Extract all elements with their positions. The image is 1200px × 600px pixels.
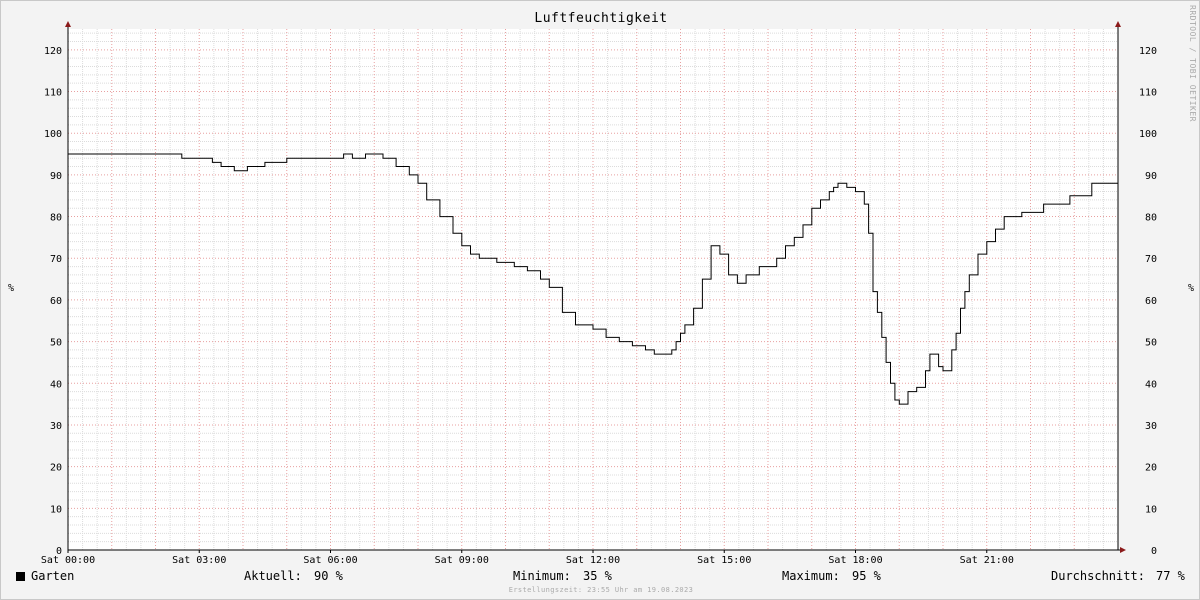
- y-tick-label-right: 30: [1145, 421, 1157, 432]
- y-tick-label-left: 30: [50, 421, 62, 432]
- y-tick-label-left: 10: [50, 504, 62, 515]
- y-tick-label-right: 80: [1145, 213, 1157, 224]
- creation-time-footer: Erstellungszeit: 23:55 Uhr am 19.08.2023: [508, 586, 694, 594]
- y-tick-label-right: 110: [1139, 88, 1157, 99]
- y-tick-label-right: 40: [1145, 379, 1157, 390]
- y-tick-label-right: 0: [1151, 546, 1157, 557]
- x-tick-label: Sat 21:00: [960, 555, 1014, 566]
- legend-current-value: 90 %: [314, 569, 343, 583]
- y-axis-left-arrow: [65, 21, 71, 27]
- x-tick-label: Sat 09:00: [435, 555, 489, 566]
- y-tick-label-left: 110: [44, 88, 62, 99]
- y-tick-label-left: 50: [50, 338, 62, 349]
- legend-avg-label: Durchschnitt:: [1051, 569, 1145, 583]
- y-axis-right-arrow: [1115, 21, 1121, 27]
- y-tick-label-left: 70: [50, 254, 62, 265]
- y-tick-label-right: 20: [1145, 463, 1157, 474]
- y-tick-label-right: 100: [1139, 129, 1157, 140]
- y-tick-label-left: 40: [50, 379, 62, 390]
- legend-avg-value: 77 %: [1156, 569, 1185, 583]
- y-tick-label-right: 50: [1145, 338, 1157, 349]
- x-tick-label: Sat 18:00: [828, 555, 882, 566]
- y-tick-label-right: 120: [1139, 46, 1157, 57]
- y-tick-label-right: 60: [1145, 296, 1157, 307]
- rrd-graph: Luftfeuchtigkeit RRDTOOL / TOBI OETIKER …: [0, 0, 1200, 600]
- y-tick-label-right: 90: [1145, 171, 1157, 182]
- legend-max-label: Maximum:: [782, 569, 840, 583]
- legend-max-value: 95 %: [852, 569, 881, 583]
- y-tick-label-left: 20: [50, 463, 62, 474]
- legend-min-label: Minimum:: [513, 569, 571, 583]
- legend-swatch: [16, 572, 25, 581]
- chart-canvas: 0 010 1020 2030 3040 4050 5060 6070 7080 8090 9010…: [41, 21, 1157, 566]
- y-tick-label-left: 80: [50, 213, 62, 224]
- x-axis-arrow: [1120, 547, 1126, 553]
- x-tick-label: Sat 00:00: [41, 555, 95, 566]
- y-tick-label-right: 70: [1145, 254, 1157, 265]
- legend-min-value: 35 %: [583, 569, 612, 583]
- y-tick-label-left: 120: [44, 46, 62, 57]
- x-tick-label: Sat 03:00: [172, 555, 226, 566]
- legend-series-name: Garten: [31, 569, 75, 583]
- y-tick-label-right: 10: [1145, 504, 1157, 515]
- y-tick-label-left: 90: [50, 171, 62, 182]
- x-tick-label: Sat 12:00: [566, 555, 620, 566]
- x-tick-label: Sat 06:00: [303, 555, 357, 566]
- y-tick-label-left: 100: [44, 129, 62, 140]
- legend-current-label: Aktuell:: [244, 569, 302, 583]
- x-tick-label: Sat 15:00: [697, 555, 751, 566]
- y-tick-label-left: 60: [50, 296, 62, 307]
